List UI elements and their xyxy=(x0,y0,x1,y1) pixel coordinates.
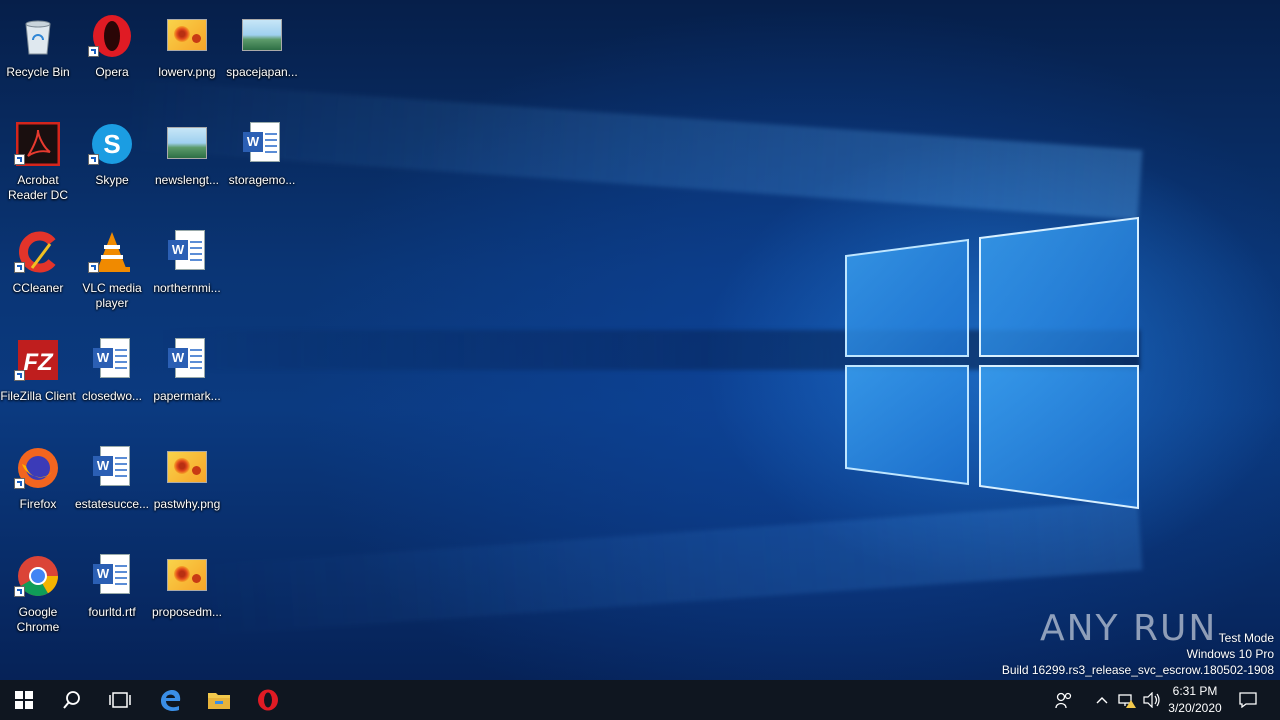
desktop-icon-label: estatesucce... xyxy=(74,497,150,511)
desktop-icon-label: Recycle Bin xyxy=(6,65,70,79)
desktop[interactable]: Recycle Bin Acrobat Reader DC CCleaner F… xyxy=(0,0,1280,680)
desktop-icon-label: fourltd.rtf xyxy=(88,605,136,619)
taskbar-opera[interactable] xyxy=(244,680,292,720)
task-view-button[interactable] xyxy=(96,680,144,720)
desktop-icon-northernmi[interactable]: W northernmi... xyxy=(149,224,225,324)
shortcut-arrow-icon xyxy=(88,262,99,273)
desktop-icon-recycle-bin[interactable]: Recycle Bin xyxy=(0,8,76,108)
network-button[interactable] xyxy=(1114,680,1140,720)
show-hidden-icons-button[interactable] xyxy=(1090,680,1114,720)
desktop-icon-label: Skype xyxy=(95,173,129,187)
shortcut-arrow-icon xyxy=(14,262,25,273)
desktop-icon-label: lowerv.png xyxy=(158,65,216,79)
svg-text:FZ: FZ xyxy=(23,349,54,376)
action-center-button[interactable] xyxy=(1230,680,1266,720)
desktop-icon-label: Opera xyxy=(95,65,129,79)
clock-date: 3/20/2020 xyxy=(1168,701,1222,715)
image-file-icon xyxy=(165,446,209,490)
chevron-up-icon xyxy=(1096,697,1108,704)
shortcut-arrow-icon xyxy=(88,154,99,165)
desktop-icon-label: newslengt... xyxy=(154,173,220,187)
clock-time: 6:31 PM xyxy=(1172,684,1218,698)
word-document-icon: W xyxy=(240,122,284,166)
taskbar: 6:31 PM 3/20/2020 xyxy=(0,680,1280,720)
desktop-icon-closedwo[interactable]: W closedwo... xyxy=(74,332,150,432)
shortcut-arrow-icon xyxy=(14,478,25,489)
search-button[interactable] xyxy=(48,680,96,720)
clock[interactable]: 6:31 PM 3/20/2020 xyxy=(1162,680,1228,720)
word-document-icon: W xyxy=(90,338,134,382)
watermark-line: Test Mode xyxy=(1218,631,1274,645)
shortcut-arrow-icon xyxy=(14,370,25,381)
shortcut-arrow-icon xyxy=(14,586,25,597)
word-document-icon: W xyxy=(165,230,209,274)
recycle-bin-icon xyxy=(25,20,51,55)
desktop-icon-label: papermark... xyxy=(153,389,221,403)
taskbar-edge[interactable] xyxy=(146,680,194,720)
search-icon xyxy=(63,691,80,709)
watermark-line: Windows 10 Pro xyxy=(1186,647,1274,661)
desktop-icon-acrobat-reader[interactable]: Acrobat Reader DC xyxy=(0,116,76,216)
desktop-icon-label: VLC media player xyxy=(82,281,142,310)
windows-logo-wallpaper xyxy=(845,216,1139,510)
desktop-icon-google-chrome[interactable]: Google Chrome xyxy=(0,548,76,648)
volume-button[interactable] xyxy=(1140,680,1164,720)
svg-text:S: S xyxy=(103,129,120,159)
image-file-icon xyxy=(165,14,209,58)
image-file-icon xyxy=(165,554,209,598)
image-file-icon xyxy=(240,14,284,58)
desktop-icon-ccleaner[interactable]: CCleaner xyxy=(0,224,76,324)
opera-icon xyxy=(258,689,278,711)
people-button[interactable] xyxy=(1044,680,1084,720)
windows-start-icon xyxy=(15,691,33,709)
word-document-icon: W xyxy=(90,554,134,598)
test-mode-watermark: Test Mode Windows 10 Pro Build 16299.rs3… xyxy=(1002,630,1274,678)
desktop-icon-label: closedwo... xyxy=(81,389,143,403)
taskbar-file-explorer[interactable] xyxy=(195,680,243,720)
desktop-icon-label: Acrobat Reader DC xyxy=(7,173,69,202)
desktop-icon-proposedm[interactable]: proposedm... xyxy=(149,548,225,648)
word-document-icon: W xyxy=(165,338,209,382)
desktop-icon-filezilla[interactable]: FZ FileZilla Client xyxy=(0,332,76,432)
desktop-icon-papermark[interactable]: W papermark... xyxy=(149,332,225,432)
network-warning-icon xyxy=(1118,694,1136,708)
edge-icon xyxy=(161,690,181,711)
desktop-icon-storagemo[interactable]: W storagemo... xyxy=(224,116,300,216)
volume-icon xyxy=(1143,692,1160,708)
desktop-icon-skype[interactable]: S Skype xyxy=(74,116,150,216)
shortcut-arrow-icon xyxy=(14,154,25,165)
shortcut-arrow-icon xyxy=(88,46,99,57)
desktop-icon-fourltd[interactable]: W fourltd.rtf xyxy=(74,548,150,648)
desktop-icon-vlc[interactable]: VLC media player xyxy=(74,224,150,324)
desktop-icon-label: northernmi... xyxy=(153,281,221,295)
desktop-icon-opera[interactable]: Opera xyxy=(74,8,150,108)
word-document-icon: W xyxy=(90,446,134,490)
desktop-icon-firefox[interactable]: Firefox xyxy=(0,440,76,540)
desktop-icon-label: CCleaner xyxy=(12,281,64,295)
watermark-line: Build 16299.rs3_release_svc_escrow.18050… xyxy=(1001,663,1274,677)
desktop-icon-estatesucce[interactable]: W estatesucce... xyxy=(74,440,150,540)
notification-icon xyxy=(1239,692,1257,708)
desktop-icon-pastwhy[interactable]: pastwhy.png xyxy=(149,440,225,540)
file-explorer-icon xyxy=(208,693,230,709)
desktop-icon-label: pastwhy.png xyxy=(153,497,221,511)
desktop-icon-label: spacejapan... xyxy=(226,65,298,79)
desktop-icon-label: proposedm... xyxy=(151,605,223,619)
people-icon xyxy=(1055,692,1072,709)
desktop-icon-label: Google Chrome xyxy=(16,605,60,634)
desktop-icon-lowerv[interactable]: lowerv.png xyxy=(149,8,225,108)
desktop-icon-newslengt[interactable]: newslengt... xyxy=(149,116,225,216)
desktop-icon-label: FileZilla Client xyxy=(0,389,76,403)
image-file-icon xyxy=(165,122,209,166)
desktop-icon-spacejapan[interactable]: spacejapan... xyxy=(224,8,300,108)
desktop-icon-label: Firefox xyxy=(19,497,57,511)
start-button[interactable] xyxy=(0,680,48,720)
desktop-icon-label: storagemo... xyxy=(228,173,296,187)
task-view-icon xyxy=(109,692,131,708)
